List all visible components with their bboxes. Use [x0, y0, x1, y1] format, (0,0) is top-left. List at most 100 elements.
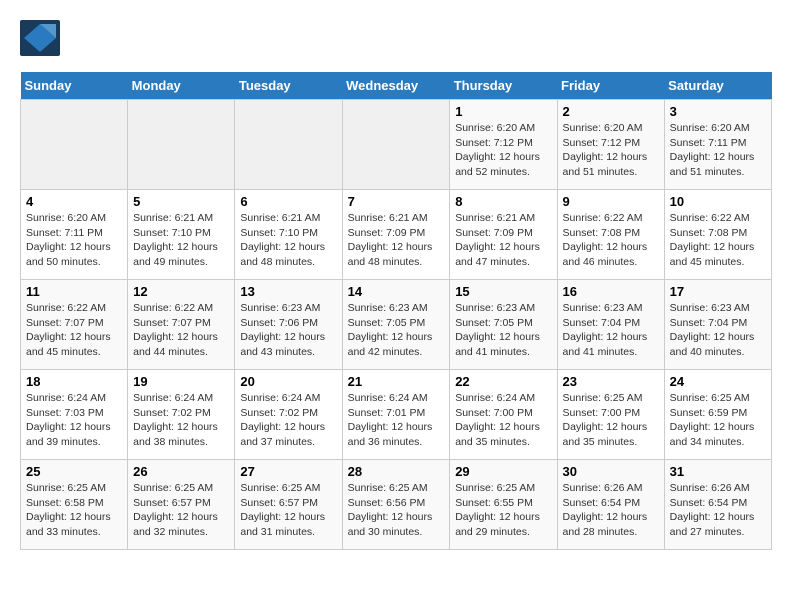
day-number: 6 — [240, 194, 336, 209]
day-number: 8 — [455, 194, 551, 209]
calendar-cell: 7 Sunrise: 6:21 AMSunset: 7:09 PMDaylight… — [342, 190, 450, 280]
calendar-day-header: Monday — [128, 72, 235, 100]
day-info: Sunrise: 6:25 AMSunset: 6:57 PMDaylight:… — [240, 481, 336, 540]
day-info: Sunrise: 6:25 AMSunset: 7:00 PMDaylight:… — [563, 391, 659, 450]
day-number: 5 — [133, 194, 229, 209]
calendar-cell: 24 Sunrise: 6:25 AMSunset: 6:59 PMDayligh… — [664, 370, 771, 460]
day-number: 2 — [563, 104, 659, 119]
calendar-cell: 17Sunrise: 6:23 AMSunset: 7:04 PMDayligh… — [664, 280, 771, 370]
calendar-cell: 21 Sunrise: 6:24 AMSunset: 7:01 PMDayligh… — [342, 370, 450, 460]
calendar-cell: 12 Sunrise: 6:22 AMSunset: 7:07 PMDayligh… — [128, 280, 235, 370]
day-number: 17 — [670, 284, 766, 299]
calendar-cell: 2 Sunrise: 6:20 AMSunset: 7:12 PMDaylight… — [557, 100, 664, 190]
calendar-cell: 26 Sunrise: 6:25 AMSunset: 6:57 PMDayligh… — [128, 460, 235, 550]
day-info: Sunrise: 6:22 AMSunset: 7:07 PMDaylight:… — [133, 301, 229, 360]
day-info: Sunrise: 6:21 AMSunset: 7:09 PMDaylight:… — [348, 211, 445, 270]
day-info: Sunrise: 6:21 AMSunset: 7:10 PMDaylight:… — [133, 211, 229, 270]
day-number: 20 — [240, 374, 336, 389]
day-number: 4 — [26, 194, 122, 209]
day-info: Sunrise: 6:26 AMSunset: 6:54 PMDaylight:… — [563, 481, 659, 540]
logo — [20, 20, 62, 56]
calendar-cell: 3 Sunrise: 6:20 AMSunset: 7:11 PMDaylight… — [664, 100, 771, 190]
day-info: Sunrise: 6:25 AMSunset: 6:59 PMDaylight:… — [670, 391, 766, 450]
calendar-body: 1 Sunrise: 6:20 AMSunset: 7:12 PMDaylight… — [21, 100, 772, 550]
day-number: 7 — [348, 194, 445, 209]
calendar-cell: 16 Sunrise: 6:23 AMSunset: 7:04 PMDayligh… — [557, 280, 664, 370]
calendar-cell: 31 Sunrise: 6:26 AMSunset: 6:54 PMDayligh… — [664, 460, 771, 550]
day-number: 14 — [348, 284, 445, 299]
day-number: 1 — [455, 104, 551, 119]
calendar-day-header: Saturday — [664, 72, 771, 100]
calendar-cell: 15Sunrise: 6:23 AMSunset: 7:05 PMDayligh… — [450, 280, 557, 370]
calendar-day-header: Friday — [557, 72, 664, 100]
day-number: 25 — [26, 464, 122, 479]
day-info: Sunrise: 6:24 AMSunset: 7:03 PMDaylight:… — [26, 391, 122, 450]
calendar-day-header: Tuesday — [235, 72, 342, 100]
calendar-cell: 18 Sunrise: 6:24 AMSunset: 7:03 PMDayligh… — [21, 370, 128, 460]
day-info: Sunrise: 6:25 AMSunset: 6:56 PMDaylight:… — [348, 481, 445, 540]
day-number: 3 — [670, 104, 766, 119]
day-info: Sunrise: 6:20 AMSunset: 7:11 PMDaylight:… — [26, 211, 122, 270]
day-info: Sunrise: 6:23 AMSunset: 7:05 PMDaylight:… — [455, 301, 551, 360]
day-number: 11 — [26, 284, 122, 299]
day-number: 21 — [348, 374, 445, 389]
calendar-cell: 11 Sunrise: 6:22 AMSunset: 7:07 PMDayligh… — [21, 280, 128, 370]
calendar-cell: 14Sunrise: 6:23 AMSunset: 7:05 PMDayligh… — [342, 280, 450, 370]
day-number: 27 — [240, 464, 336, 479]
calendar-cell: 6 Sunrise: 6:21 AMSunset: 7:10 PMDaylight… — [235, 190, 342, 280]
calendar-cell: 19 Sunrise: 6:24 AMSunset: 7:02 PMDayligh… — [128, 370, 235, 460]
day-info: Sunrise: 6:24 AMSunset: 7:00 PMDaylight:… — [455, 391, 551, 450]
day-number: 26 — [133, 464, 229, 479]
day-info: Sunrise: 6:25 AMSunset: 6:58 PMDaylight:… — [26, 481, 122, 540]
calendar-cell: 30Sunrise: 6:26 AMSunset: 6:54 PMDayligh… — [557, 460, 664, 550]
calendar-cell: 1 Sunrise: 6:20 AMSunset: 7:12 PMDaylight… — [450, 100, 557, 190]
calendar-week-row: 18 Sunrise: 6:24 AMSunset: 7:03 PMDayligh… — [21, 370, 772, 460]
day-number: 24 — [670, 374, 766, 389]
day-info: Sunrise: 6:24 AMSunset: 7:01 PMDaylight:… — [348, 391, 445, 450]
calendar-cell: 22 Sunrise: 6:24 AMSunset: 7:00 PMDayligh… — [450, 370, 557, 460]
calendar-cell: 8Sunrise: 6:21 AMSunset: 7:09 PMDaylight… — [450, 190, 557, 280]
day-number: 19 — [133, 374, 229, 389]
day-info: Sunrise: 6:22 AMSunset: 7:08 PMDaylight:… — [563, 211, 659, 270]
day-number: 16 — [563, 284, 659, 299]
calendar-cell: 4 Sunrise: 6:20 AMSunset: 7:11 PMDaylight… — [21, 190, 128, 280]
day-info: Sunrise: 6:21 AMSunset: 7:10 PMDaylight:… — [240, 211, 336, 270]
calendar-cell: 27 Sunrise: 6:25 AMSunset: 6:57 PMDayligh… — [235, 460, 342, 550]
calendar-cell: 23 Sunrise: 6:25 AMSunset: 7:00 PMDayligh… — [557, 370, 664, 460]
day-number: 28 — [348, 464, 445, 479]
calendar-day-header: Thursday — [450, 72, 557, 100]
day-number: 13 — [240, 284, 336, 299]
day-info: Sunrise: 6:25 AMSunset: 6:57 PMDaylight:… — [133, 481, 229, 540]
day-info: Sunrise: 6:25 AMSunset: 6:55 PMDaylight:… — [455, 481, 551, 540]
day-number: 23 — [563, 374, 659, 389]
calendar-cell — [235, 100, 342, 190]
day-number: 12 — [133, 284, 229, 299]
day-info: Sunrise: 6:26 AMSunset: 6:54 PMDaylight:… — [670, 481, 766, 540]
day-info: Sunrise: 6:22 AMSunset: 7:07 PMDaylight:… — [26, 301, 122, 360]
calendar-cell — [21, 100, 128, 190]
calendar-header-row: SundayMondayTuesdayWednesdayThursdayFrid… — [21, 72, 772, 100]
calendar-cell: 10Sunrise: 6:22 AMSunset: 7:08 PMDayligh… — [664, 190, 771, 280]
day-number: 10 — [670, 194, 766, 209]
day-info: Sunrise: 6:20 AMSunset: 7:11 PMDaylight:… — [670, 121, 766, 180]
day-number: 31 — [670, 464, 766, 479]
day-number: 22 — [455, 374, 551, 389]
calendar-cell: 29 Sunrise: 6:25 AMSunset: 6:55 PMDayligh… — [450, 460, 557, 550]
logo-icon — [20, 20, 60, 56]
day-number: 18 — [26, 374, 122, 389]
calendar-cell: 13 Sunrise: 6:23 AMSunset: 7:06 PMDayligh… — [235, 280, 342, 370]
calendar-week-row: 4 Sunrise: 6:20 AMSunset: 7:11 PMDaylight… — [21, 190, 772, 280]
day-info: Sunrise: 6:23 AMSunset: 7:04 PMDaylight:… — [563, 301, 659, 360]
calendar-week-row: 11 Sunrise: 6:22 AMSunset: 7:07 PMDayligh… — [21, 280, 772, 370]
calendar-cell: 20Sunrise: 6:24 AMSunset: 7:02 PMDayligh… — [235, 370, 342, 460]
day-number: 29 — [455, 464, 551, 479]
calendar-cell: 5 Sunrise: 6:21 AMSunset: 7:10 PMDaylight… — [128, 190, 235, 280]
day-info: Sunrise: 6:20 AMSunset: 7:12 PMDaylight:… — [455, 121, 551, 180]
day-info: Sunrise: 6:23 AMSunset: 7:06 PMDaylight:… — [240, 301, 336, 360]
calendar-cell — [342, 100, 450, 190]
day-info: Sunrise: 6:24 AMSunset: 7:02 PMDaylight:… — [133, 391, 229, 450]
page-header — [20, 20, 772, 56]
day-info: Sunrise: 6:20 AMSunset: 7:12 PMDaylight:… — [563, 121, 659, 180]
calendar-table: SundayMondayTuesdayWednesdayThursdayFrid… — [20, 72, 772, 550]
calendar-day-header: Sunday — [21, 72, 128, 100]
